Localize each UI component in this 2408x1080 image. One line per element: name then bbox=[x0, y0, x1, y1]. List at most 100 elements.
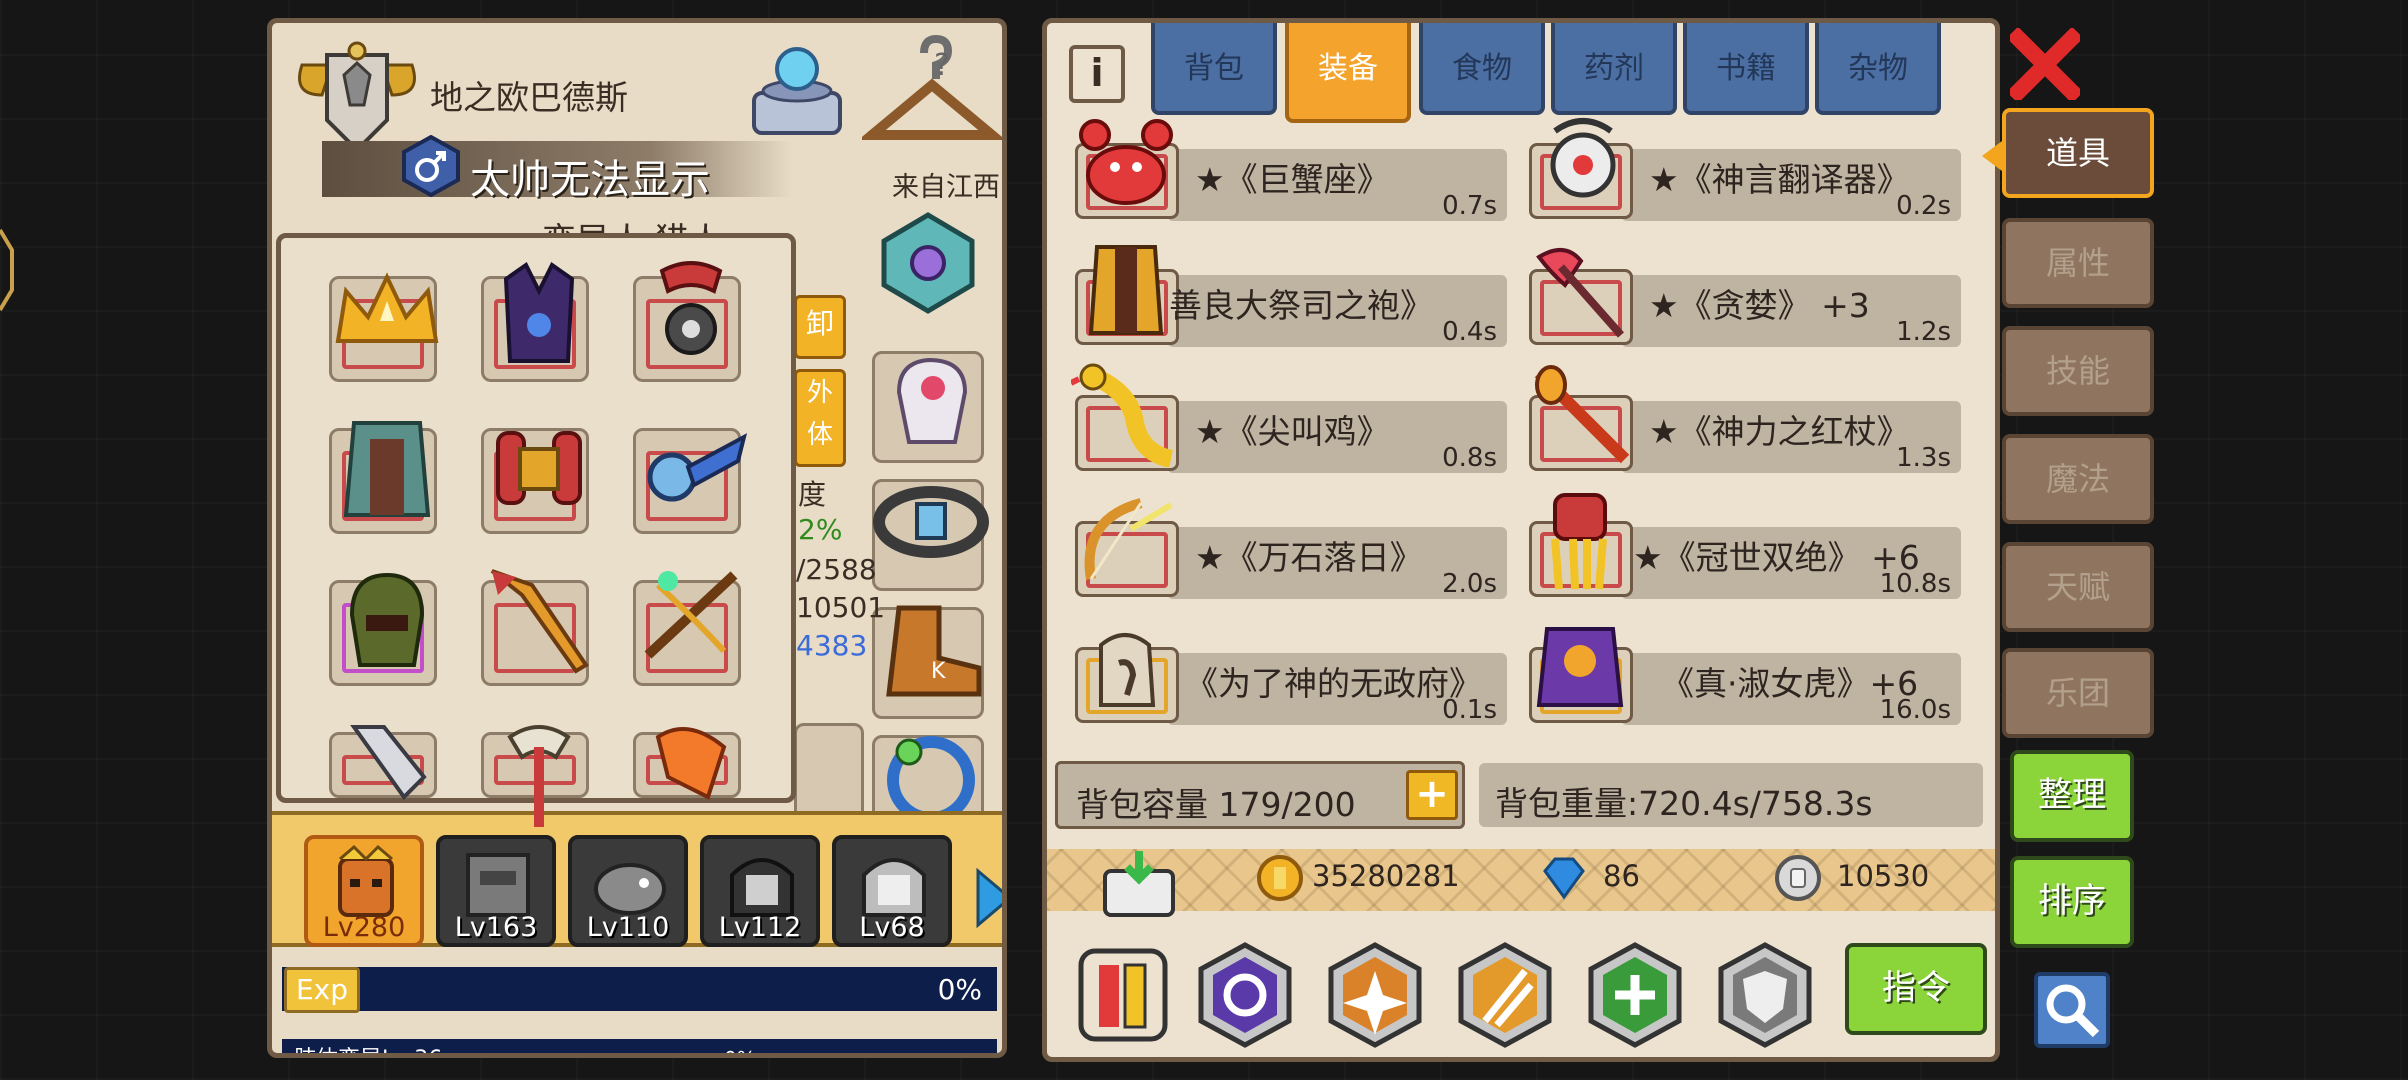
tab-misc[interactable]: 杂物 bbox=[1815, 23, 1941, 115]
tab-equipment[interactable]: 装备 bbox=[1285, 23, 1411, 123]
party-member-3[interactable]: Lv110 bbox=[568, 835, 688, 947]
character-title: 地之欧巴德斯 bbox=[430, 78, 628, 117]
outfit-button[interactable]: 外 体 bbox=[794, 369, 846, 467]
vortex-skill-icon[interactable] bbox=[1191, 941, 1299, 1049]
equip-slot-amulet[interactable] bbox=[633, 261, 741, 382]
equip-slot-helm[interactable] bbox=[329, 572, 437, 686]
item-slot[interactable]: ★《万石落日》 2.0s bbox=[1067, 489, 1507, 601]
equip-slot-fire[interactable] bbox=[633, 727, 741, 800]
menu-band[interactable]: 乐团 bbox=[2002, 648, 2154, 738]
glove-icon bbox=[896, 357, 968, 444]
item-slot[interactable]: 《真·淑女虎》+6 16.0s bbox=[1521, 615, 1961, 727]
shield-skill-icon[interactable] bbox=[1711, 941, 1819, 1049]
item-weight: 16.0s bbox=[1879, 695, 1951, 725]
search-button[interactable] bbox=[2034, 972, 2110, 1048]
character-origin: 来自江西 bbox=[892, 172, 1000, 203]
equip-slot-jetpack[interactable] bbox=[481, 428, 589, 534]
mech-wing-icon bbox=[647, 433, 748, 502]
party-member-4[interactable]: Lv112 bbox=[700, 835, 820, 947]
sort-button[interactable]: 排序 bbox=[2010, 856, 2134, 948]
stat-line-2: 10501 bbox=[796, 591, 886, 624]
fire-weapon-icon bbox=[655, 727, 727, 800]
gem-amount: 86 bbox=[1603, 859, 1640, 893]
menu-skills[interactable]: 技能 bbox=[2002, 326, 2154, 416]
party-level-5: Lv68 bbox=[859, 912, 925, 943]
blade-skill-icon[interactable] bbox=[1451, 941, 1559, 1049]
item-weight: 1.3s bbox=[1896, 443, 1951, 473]
item-slot[interactable]: ★《神言翻译器》 0.2s bbox=[1521, 111, 1961, 223]
tiger-armor-icon bbox=[1536, 627, 1624, 707]
equip-slot-crossbow[interactable] bbox=[633, 571, 741, 686]
item-weight: 2.0s bbox=[1442, 569, 1497, 599]
orb-pedestal-icon[interactable] bbox=[742, 35, 852, 145]
item-weight: 0.1s bbox=[1442, 695, 1497, 725]
bag-weight: 背包重量:720.4s/758.3s bbox=[1495, 784, 1873, 823]
close-icon[interactable] bbox=[2010, 28, 2080, 100]
item-slot[interactable]: 《为了神的无政府》 0.1s bbox=[1067, 615, 1507, 727]
currency-strip: 35280281 86 10530 bbox=[1047, 849, 1995, 917]
hanger-help-icon[interactable]: ? bbox=[862, 35, 1002, 155]
equip-slot-cloak[interactable] bbox=[329, 421, 437, 534]
item-slot[interactable]: ★《神力之红杖》 1.3s bbox=[1521, 363, 1961, 475]
item-name: ★《贪婪》 +3 bbox=[1649, 286, 1870, 325]
tab-food[interactable]: 食物 bbox=[1419, 23, 1545, 115]
bag-weight-box: 背包重量:720.4s/758.3s bbox=[1479, 763, 1983, 827]
menu-talent[interactable]: 天赋 bbox=[2002, 542, 2154, 632]
unequip-button[interactable]: 卸 bbox=[794, 295, 846, 359]
expand-capacity-button[interactable]: + bbox=[1406, 770, 1458, 820]
item-name: ★《万石落日》 bbox=[1195, 538, 1423, 577]
item-slot[interactable]: ★《巨蟹座》 0.7s bbox=[1067, 111, 1507, 223]
item-slot[interactable]: ★《尖叫鸡》 0.8s bbox=[1067, 363, 1507, 475]
item-name: 《为了神的无政府》 bbox=[1185, 664, 1482, 703]
equip-slot-spear[interactable] bbox=[481, 569, 589, 686]
silver-coin-icon bbox=[1775, 855, 1821, 901]
equip-slot-axe[interactable] bbox=[481, 725, 589, 827]
gem-slot[interactable] bbox=[872, 212, 984, 335]
red-staff-icon bbox=[1534, 365, 1630, 464]
quick-slot-123-icon[interactable] bbox=[1075, 941, 1171, 1049]
command-button[interactable]: 指令 bbox=[1845, 943, 1987, 1035]
diamond-icon bbox=[1543, 857, 1585, 900]
golden-crown-icon bbox=[335, 272, 439, 343]
crystal-icon bbox=[881, 212, 975, 314]
robe-icon bbox=[1088, 245, 1164, 335]
amulet-icon bbox=[659, 261, 723, 355]
menu-magic[interactable]: 魔法 bbox=[2002, 434, 2154, 524]
tab-books[interactable]: 书籍 bbox=[1683, 23, 1809, 115]
tab-potion[interactable]: 药剂 bbox=[1551, 23, 1677, 115]
item-slot[interactable]: 善良大祭司之袍》 0.4s bbox=[1067, 237, 1507, 349]
dark-armor-icon bbox=[503, 262, 575, 363]
party-member-5[interactable]: Lv68 bbox=[832, 835, 952, 947]
equip-slot-dagger[interactable] bbox=[329, 725, 437, 801]
party-next-arrow-icon[interactable] bbox=[974, 867, 1007, 929]
menu-attributes[interactable]: 属性 bbox=[2002, 218, 2154, 308]
item-slot[interactable]: ★《冠世双绝》 +6 10.8s bbox=[1521, 489, 1961, 601]
item-slot[interactable]: ★《贪婪》 +3 1.2s bbox=[1521, 237, 1961, 349]
equip-slot-armor[interactable] bbox=[481, 262, 589, 382]
equip-slot-crown[interactable] bbox=[329, 272, 439, 382]
party-level-3: Lv110 bbox=[586, 912, 670, 943]
exp-label: Exp bbox=[284, 967, 360, 1013]
heal-skill-icon[interactable] bbox=[1581, 941, 1689, 1049]
belt-slot[interactable] bbox=[872, 479, 989, 591]
silver-amount: 10530 bbox=[1837, 859, 1930, 893]
claw-gauntlet-icon bbox=[1551, 493, 1607, 590]
menu-items[interactable]: 道具 bbox=[2002, 108, 2154, 198]
skill-row: 指令 bbox=[1047, 923, 1995, 1057]
party-member-1[interactable]: Lv280 bbox=[304, 835, 424, 947]
item-weight: 0.8s bbox=[1442, 443, 1497, 473]
boot-slot[interactable]: K bbox=[872, 605, 984, 719]
shuriken-skill-icon[interactable] bbox=[1321, 941, 1429, 1049]
equipment-grid-popup bbox=[276, 233, 796, 827]
glove-slot[interactable] bbox=[872, 351, 984, 463]
item-weight: 0.7s bbox=[1442, 191, 1497, 221]
equip-slot-wing[interactable] bbox=[633, 428, 748, 534]
item-name: ★《尖叫鸡》 bbox=[1195, 412, 1390, 451]
deposit-chest-icon[interactable] bbox=[1097, 851, 1181, 917]
party-member-2[interactable]: Lv163 bbox=[436, 835, 556, 947]
tab-bag[interactable]: 背包 bbox=[1151, 23, 1277, 115]
item-weight: 0.2s bbox=[1896, 191, 1951, 221]
info-button[interactable]: i bbox=[1069, 45, 1125, 103]
dagger-icon bbox=[350, 725, 427, 801]
organize-button[interactable]: 整理 bbox=[2010, 750, 2134, 842]
